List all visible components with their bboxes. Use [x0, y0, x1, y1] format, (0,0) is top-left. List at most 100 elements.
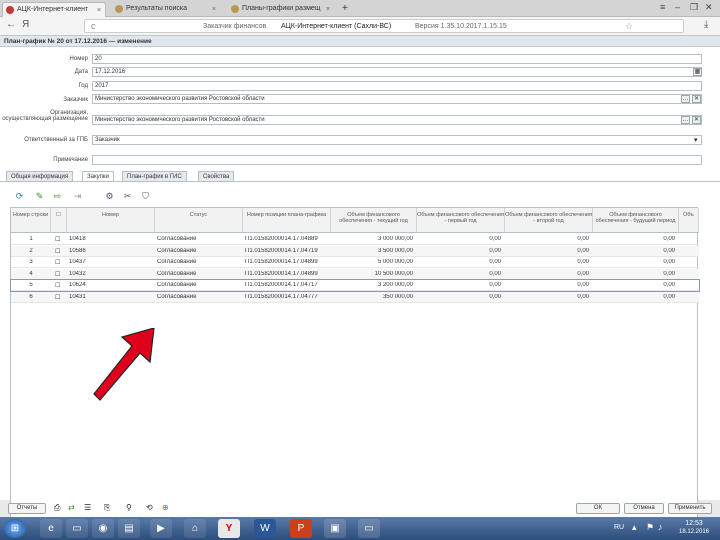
start-button[interactable]: ⊞	[4, 519, 26, 538]
flag-icon[interactable]: ⚑	[646, 522, 654, 533]
powerpoint-icon[interactable]: P	[290, 519, 312, 538]
table-row[interactable]: 4 ☐ 10432 Согласование П1.01582000014.17.048…	[11, 268, 699, 280]
tray-arrow-icon[interactable]: ▴	[632, 522, 637, 533]
window-icon[interactable]: ▭	[358, 519, 380, 538]
folder-icon[interactable]: ▤	[118, 519, 140, 538]
media-icon[interactable]: ▶	[150, 519, 172, 538]
app-icon[interactable]: ◉	[92, 519, 114, 538]
archive-icon[interactable]: ▣	[324, 519, 346, 538]
row-checkbox[interactable]: ☐	[55, 259, 65, 266]
table-cell-num: 10624	[69, 282, 86, 288]
customer-field[interactable]: Министерство экономического развития Рос…	[92, 94, 702, 104]
filter-icon[interactable]: ⛉	[140, 191, 151, 202]
download-icon[interactable]: ⤓	[704, 19, 708, 30]
apply-button[interactable]: Применить	[668, 503, 712, 514]
sync-icon[interactable]: ⇄	[68, 503, 75, 512]
table-row[interactable]: 2 ☐ 10586 Согласование П1.01582000014.17.047…	[11, 245, 699, 257]
reports-button[interactable]: Отчеты	[8, 503, 46, 514]
table-row[interactable]: 1 ☐ 10418 Согласование П1.01582000014.17.048…	[11, 234, 699, 245]
year-label: Год	[78, 83, 88, 89]
table-cell-pos: П1.01582000014.17.04717	[245, 282, 318, 288]
column-header[interactable]: Объем финансового обеспечения - первый г…	[417, 208, 505, 233]
column-header[interactable]: Номер	[67, 208, 155, 233]
row-checkbox[interactable]: ☐	[55, 236, 65, 243]
back-button[interactable]: ←	[6, 19, 16, 30]
cancel-button[interactable]: Отмена	[624, 503, 664, 514]
year-field[interactable]: 2017	[92, 81, 702, 91]
volume-icon[interactable]: ♪	[658, 522, 663, 532]
number-field[interactable]: 20	[92, 54, 702, 64]
select-all-checkbox[interactable]: ☐	[51, 208, 67, 233]
browser-tab-2[interactable]: Результаты поиска ×	[112, 2, 222, 17]
tools-icon[interactable]: ✂	[122, 191, 133, 202]
tab-properties[interactable]: Свойства	[198, 171, 235, 181]
org-field[interactable]: Министерство экономического развития Рос…	[92, 115, 702, 125]
customer-clear-button[interactable]: ✕	[692, 95, 701, 103]
ie-icon[interactable]: e	[40, 519, 62, 538]
row-checkbox[interactable]: ☐	[55, 271, 65, 278]
calendar-icon[interactable]: ▦	[693, 68, 702, 76]
print-icon[interactable]: ⎙	[54, 503, 60, 513]
network-icon[interactable]: ⌂	[184, 519, 206, 538]
close-tab-icon[interactable]: ×	[326, 6, 330, 13]
export-icon[interactable]: ⇥	[72, 191, 83, 202]
row-checkbox[interactable]: ☐	[55, 282, 65, 289]
edit-icon[interactable]: ✎	[34, 191, 45, 202]
refresh-icon[interactable]: ⟳	[14, 191, 25, 202]
ok-button[interactable]: ОК	[576, 503, 620, 514]
url-field[interactable]: c Заказчик финансов АЦК-Интернет-клиент …	[84, 19, 684, 33]
close-window-icon[interactable]: ✕	[705, 2, 713, 13]
attach-icon[interactable]: ⎘	[104, 503, 110, 513]
column-header[interactable]: Номер позиции плана-графика	[243, 208, 331, 233]
menu-icon[interactable]: ≡	[660, 2, 665, 12]
responsible-select[interactable]: Заказчик	[92, 135, 702, 145]
table-cell-y2: 0,00	[577, 293, 589, 300]
column-header[interactable]: Объем финансового обеспечения - будущий …	[593, 208, 679, 233]
customer-label: Заказчик	[63, 97, 88, 103]
table-row[interactable]: 5 ☐ 10624 Согласование П1.01582000014.17.047…	[10, 279, 700, 292]
date-field[interactable]: 17.12.2016	[92, 67, 702, 77]
explorer-icon[interactable]: ▭	[66, 519, 88, 538]
column-header[interactable]: Объем финансового обеспечения - текущий …	[331, 208, 417, 233]
word-icon[interactable]: W	[254, 519, 276, 538]
customer-select-button[interactable]: …	[681, 95, 690, 103]
note-field[interactable]	[92, 155, 702, 165]
yandex-browser-icon[interactable]: Y	[218, 519, 240, 538]
settings-icon[interactable]: ⚙	[104, 191, 115, 202]
table-cell-cur: 5 000 000,00	[377, 259, 413, 265]
yandex-icon[interactable]: Я	[22, 19, 29, 30]
list-icon[interactable]: ☰	[84, 503, 91, 512]
browser-tab-label: Результаты поиска	[126, 5, 188, 12]
help-icon[interactable]: ⊕	[162, 503, 169, 512]
language-indicator[interactable]: RU	[614, 524, 624, 531]
chevron-down-icon[interactable]: ▾	[694, 136, 698, 144]
tab-plan-gis[interactable]: План-график в ГИС	[122, 171, 187, 181]
org-clear-button[interactable]: ✕	[692, 116, 701, 124]
column-header[interactable]: Объ	[679, 208, 699, 233]
close-tab-icon[interactable]: ×	[97, 7, 101, 14]
column-header[interactable]: Статус	[155, 208, 243, 233]
history-icon[interactable]: ⟲	[146, 503, 153, 512]
row-checkbox[interactable]: ☐	[55, 248, 65, 255]
link-icon[interactable]: ⚲	[126, 503, 132, 512]
close-tab-icon[interactable]: ×	[212, 6, 216, 13]
minimize-icon[interactable]: –	[675, 2, 680, 12]
clock-time[interactable]: 12:53	[676, 520, 712, 527]
table-row[interactable]: 6 ☐ 10431 Согласование П1.01582000014.17.047…	[11, 291, 699, 303]
new-tab-button[interactable]: +	[338, 0, 352, 15]
column-header[interactable]: Номер строки	[11, 208, 51, 233]
browser-tab-1[interactable]: АЦК-Интернет-клиент ×	[2, 2, 106, 17]
clock-date[interactable]: 18.12.2016	[672, 529, 716, 535]
reload-icon[interactable]: c	[91, 21, 96, 31]
maximize-icon[interactable]: ❐	[690, 2, 698, 13]
tab-general[interactable]: Общая информация	[6, 171, 74, 181]
table-row[interactable]: 3 ☐ 10437 Согласование П1.01582000014.17.048…	[11, 257, 699, 268]
column-header[interactable]: Объем финансового обеспечения - второй г…	[505, 208, 593, 233]
browser-tab-3[interactable]: Планы-графики размещ ×	[228, 2, 336, 17]
url-prefix: Заказчик финансов	[203, 23, 267, 30]
row-checkbox[interactable]: ☐	[55, 294, 65, 301]
move-icon[interactable]: ⇨	[52, 191, 63, 202]
table-cell-n: 4	[29, 270, 33, 277]
org-select-button[interactable]: …	[681, 116, 690, 124]
bookmark-star-icon[interactable]: ☆	[625, 21, 633, 32]
